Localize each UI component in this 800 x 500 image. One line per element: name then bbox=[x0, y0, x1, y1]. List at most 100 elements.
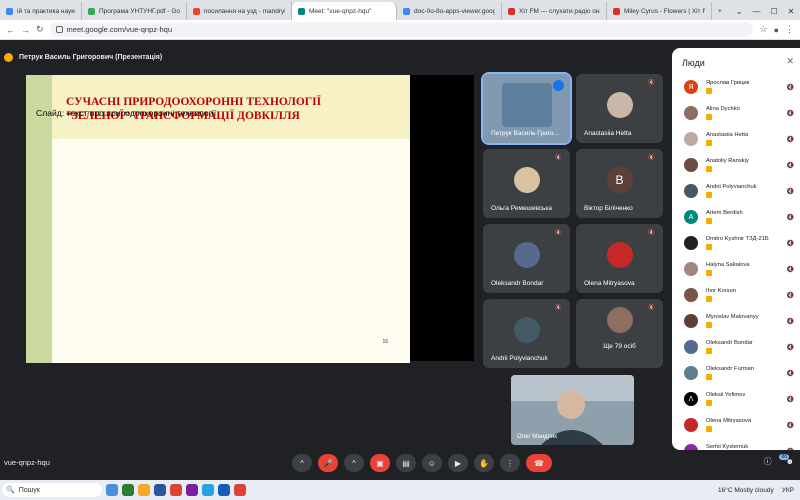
close-icon[interactable]: ✕ bbox=[786, 56, 794, 67]
chrome-active-icon[interactable] bbox=[234, 484, 246, 496]
viber-icon[interactable] bbox=[186, 484, 198, 496]
maximize-icon[interactable]: ☐ bbox=[771, 7, 778, 16]
present-button[interactable]: ▶ bbox=[448, 454, 468, 472]
tab-favicon-icon bbox=[298, 7, 305, 15]
microphone-toggle-button[interactable]: 🎤 bbox=[318, 454, 338, 472]
raise-hand-button[interactable]: ✋ bbox=[474, 454, 494, 472]
chevron-up-icon: ^ bbox=[300, 458, 304, 468]
meeting-controls-bar: vue-qnpz-hqu ^ 🎤 ^ ▣ ▤ ☺ ▶ ✋ ⋮ ☎ ⓘ ☻ 88 bbox=[0, 450, 800, 476]
browser-tab[interactable]: doc-0o-8o-apps-viewer.google bbox=[397, 2, 502, 20]
browser-tab-strip: ій та практика наукових × Програма УНТУНГ… bbox=[0, 0, 800, 20]
minimize-icon[interactable]: — bbox=[753, 7, 761, 16]
participant-list-name-text: Ihor Korsun bbox=[706, 288, 736, 294]
participant-list-name: Anastasiia Hetta bbox=[706, 132, 788, 146]
audio-options-button[interactable]: ^ bbox=[292, 454, 312, 472]
hand-badge-icon bbox=[706, 270, 712, 276]
participant-list-item[interactable]: Oleksandr Bondar 🔇 bbox=[672, 334, 800, 360]
browser-tab[interactable]: ій та практика наукових × bbox=[0, 2, 82, 20]
reactions-button[interactable]: ☺ bbox=[422, 454, 442, 472]
participant-name: Andrii Polyvianchuk bbox=[491, 355, 548, 362]
captions-icon: ▤ bbox=[402, 458, 410, 468]
browser-tab[interactable]: Miley Cyrus - Flowers | Хіт FM bbox=[607, 2, 712, 20]
participant-list-item[interactable]: A Artem Berdish 🔇 bbox=[672, 204, 800, 230]
hand-badge-icon bbox=[706, 88, 712, 94]
participant-list-item[interactable]: Anastasiia Hetta 🔇 bbox=[672, 126, 800, 152]
participant-avatar bbox=[684, 418, 698, 432]
participant-tile[interactable]: 🔇 Oleksandr Bondar bbox=[483, 224, 570, 293]
participant-list-name: Anatoliy Ranskiy bbox=[706, 158, 788, 172]
participant-tile[interactable]: 🔇 В Віктор Біліченко bbox=[576, 149, 663, 218]
weather-status[interactable]: 16°C Mostly cloudy bbox=[718, 487, 774, 494]
task-view-icon[interactable] bbox=[106, 484, 118, 496]
participant-list-item[interactable]: Andrii Polyvianchuk 🔇 bbox=[672, 178, 800, 204]
edge-icon[interactable] bbox=[122, 484, 134, 496]
forward-icon[interactable]: → bbox=[21, 25, 30, 35]
reload-icon[interactable]: ↻ bbox=[36, 24, 44, 35]
mic-off-icon: 🔇 bbox=[555, 155, 562, 161]
site-info-icon[interactable] bbox=[55, 26, 63, 33]
mic-off-icon: 🔇 bbox=[786, 318, 794, 325]
more-options-button[interactable]: ⋮ bbox=[500, 454, 520, 472]
participant-list-item[interactable]: Dmitro Kyshnir ТЗД-21Б 🔇 bbox=[672, 230, 800, 256]
info-icon[interactable]: ⓘ bbox=[764, 456, 772, 467]
participant-list-name-text: Artem Berdish bbox=[706, 210, 743, 216]
participant-list-item[interactable]: Alina Dychko 🔇 bbox=[672, 100, 800, 126]
participant-avatar bbox=[501, 83, 552, 128]
hand-badge-icon bbox=[706, 400, 712, 406]
hand-badge-icon bbox=[706, 374, 712, 380]
participant-tile[interactable]: Петрук Василь Григо... bbox=[481, 72, 572, 145]
url-field[interactable]: meet.google.com/vue-qnpz-hqu bbox=[49, 22, 754, 37]
participant-list-item[interactable]: Myroslav Malovanyy 🔇 bbox=[672, 308, 800, 334]
participant-list-item[interactable]: Ihor Korsun 🔇 bbox=[672, 282, 800, 308]
mic-off-icon: 🔇 bbox=[786, 370, 794, 377]
participant-tile[interactable]: 🔇 Olena Mitryasova bbox=[576, 224, 663, 293]
speaking-indicator-icon bbox=[553, 80, 564, 91]
browser-tab[interactable]: посилання на узд - mandryk@ bbox=[187, 2, 292, 20]
browser-tab[interactable]: Meet: "vue-qnpz-hqu" bbox=[292, 2, 397, 20]
video-options-button[interactable]: ^ bbox=[344, 454, 364, 472]
participant-avatar bbox=[684, 288, 698, 302]
participant-avatar bbox=[684, 236, 698, 250]
back-icon[interactable]: ← bbox=[6, 25, 15, 35]
participant-list-item[interactable]: Serhii Kysternuk 🔇 bbox=[672, 438, 800, 450]
chrome-icon[interactable] bbox=[170, 484, 182, 496]
word-doc-icon[interactable] bbox=[218, 484, 230, 496]
participant-list-item[interactable]: Oleksandr Furman 🔇 bbox=[672, 360, 800, 386]
menu-icon[interactable]: ⋮ bbox=[785, 24, 794, 35]
word-icon[interactable] bbox=[154, 484, 166, 496]
new-tab-button[interactable]: + bbox=[712, 2, 728, 20]
taskbar-search[interactable]: 🔍 Пошук bbox=[2, 483, 102, 497]
participant-list-item[interactable]: Anatoliy Ranskiy 🔇 bbox=[672, 152, 800, 178]
participant-list-item[interactable]: Olena Mitryasova 🔇 bbox=[672, 412, 800, 438]
mic-off-icon: 🔇 bbox=[786, 188, 794, 195]
participant-list-item[interactable]: Λ Oleksii Yefimov 🔇 bbox=[672, 386, 800, 412]
participant-avatar bbox=[606, 242, 633, 269]
language-indicator[interactable]: УКР bbox=[782, 487, 794, 494]
participant-list-item[interactable]: Я Ярослав Грицик 🔇 bbox=[672, 74, 800, 100]
mic-off-icon: 🔇 bbox=[787, 448, 794, 451]
url-text: meet.google.com/vue-qnpz-hqu bbox=[66, 25, 173, 34]
participant-avatar bbox=[684, 262, 698, 276]
browser-tab[interactable]: Програма УНТУНГ.pdf - Goog bbox=[82, 2, 187, 20]
telegram-icon[interactable] bbox=[202, 484, 214, 496]
captions-button[interactable]: ▤ bbox=[396, 454, 416, 472]
profile-icon[interactable]: ● bbox=[774, 25, 779, 35]
close-window-icon[interactable]: ✕ bbox=[788, 7, 795, 16]
bookmark-star-icon[interactable]: ☆ bbox=[759, 24, 767, 35]
people-icon[interactable]: ☻ 88 bbox=[779, 454, 794, 466]
participant-list-item[interactable]: Halyna Sakalova 🔇 bbox=[672, 256, 800, 282]
tab-favicon-icon bbox=[6, 7, 13, 15]
browser-tab[interactable]: Хіт FM — слухати радіо онлайн bbox=[502, 2, 607, 20]
participant-tile[interactable]: 🔇 Ольга Ремешевська bbox=[483, 149, 570, 218]
leave-call-button[interactable]: ☎ bbox=[526, 454, 552, 472]
participant-avatar bbox=[513, 317, 540, 344]
people-list: Я Ярослав Грицик 🔇 Alina Dychko 🔇 Anastasiia … bbox=[672, 74, 800, 450]
presenter-label: Петрук Василь Григорович (Презентація) bbox=[19, 53, 163, 61]
participant-tile[interactable]: 🔇 Ще 79 осіб bbox=[576, 299, 663, 368]
participant-tile[interactable]: 🔇 Anastasiia Hetta bbox=[576, 74, 663, 143]
participant-avatar bbox=[684, 184, 698, 198]
file-explorer-icon[interactable] bbox=[138, 484, 150, 496]
participant-tile[interactable]: 🔇 Andrii Polyvianchuk bbox=[483, 299, 570, 368]
camera-toggle-button[interactable]: ▣ bbox=[370, 454, 390, 472]
tab-search-icon[interactable]: ⌄ bbox=[736, 7, 743, 16]
